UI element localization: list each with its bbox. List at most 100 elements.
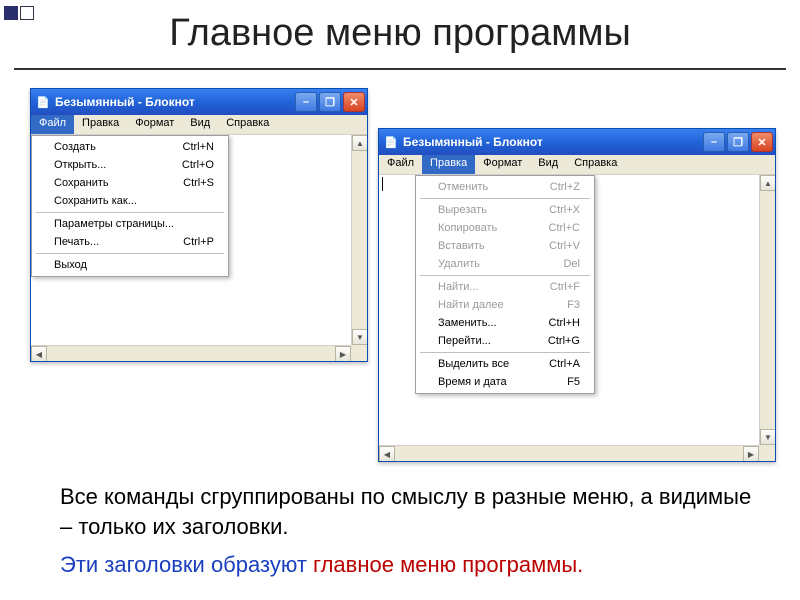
menu-item-shortcut: Ctrl+G — [548, 335, 580, 347]
menu-item[interactable]: СоздатьCtrl+N — [32, 138, 228, 156]
menu-item: Найти...Ctrl+F — [416, 278, 594, 296]
notepad-icon: 📄 — [383, 134, 399, 150]
menu-item-label: Параметры страницы... — [54, 218, 214, 230]
menu-item: ВырезатьCtrl+X — [416, 201, 594, 219]
menu-item-label: Сохранить — [54, 177, 183, 189]
menu-separator — [420, 275, 590, 276]
menu-item-shortcut: Del — [563, 258, 580, 270]
menu-item-файл[interactable]: Файл — [31, 115, 74, 134]
menu-item[interactable]: Перейти...Ctrl+G — [416, 332, 594, 350]
scroll-up-button[interactable]: ▲ — [352, 135, 367, 151]
scroll-up-button[interactable]: ▲ — [760, 175, 775, 191]
window-title: Безымянный - Блокнот — [403, 135, 543, 149]
menu-item-вид[interactable]: Вид — [182, 115, 218, 134]
scrollbar-vertical[interactable]: ▲ ▼ — [351, 135, 367, 345]
menu-item[interactable]: СохранитьCtrl+S — [32, 174, 228, 192]
menu-item-label: Найти... — [438, 281, 550, 293]
client-area[interactable]: ▲ ▼ ◀ ▶ ОтменитьCtrl+ZВырезатьCtrl+XКопи… — [379, 175, 775, 461]
menu-separator — [420, 198, 590, 199]
title-divider — [14, 68, 786, 70]
menu-item-справка[interactable]: Справка — [218, 115, 277, 134]
menu-item-label: Удалить — [438, 258, 563, 270]
menu-item-label: Открыть... — [54, 159, 182, 171]
menu-item-справка[interactable]: Справка — [566, 155, 625, 174]
minimize-button[interactable]: – — [295, 92, 317, 112]
menu-item-label: Вырезать — [438, 204, 549, 216]
menu-item-shortcut: Ctrl+F — [550, 281, 580, 293]
notepad-window-edit: 📄 Безымянный - Блокнот – ❐ ✕ ФайлПравкаФ… — [378, 128, 776, 462]
menu-item-shortcut: Ctrl+H — [549, 317, 580, 329]
menu-item-label: Выделить все — [438, 358, 549, 370]
menubar: ФайлПравкаФорматВидСправка — [379, 155, 775, 175]
menu-item[interactable]: Время и датаF5 — [416, 373, 594, 391]
menu-item: КопироватьCtrl+C — [416, 219, 594, 237]
scroll-down-button[interactable]: ▼ — [760, 429, 775, 445]
client-area[interactable]: ▲ ▼ ◀ ▶ СоздатьCtrl+NОткрыть...Ctrl+OСох… — [31, 135, 367, 361]
slide-title: Главное меню программы — [0, 12, 800, 55]
menu-item-label: Печать... — [54, 236, 183, 248]
menu-item-shortcut: Ctrl+Z — [550, 181, 580, 193]
paragraph-2-lead: Эти заголовки образуют — [60, 552, 313, 577]
maximize-button[interactable]: ❐ — [319, 92, 341, 112]
menu-item-label: Выход — [54, 259, 214, 271]
scroll-left-button[interactable]: ◀ — [379, 446, 395, 461]
menu-item[interactable]: Выделить всеCtrl+A — [416, 355, 594, 373]
menu-item-формат[interactable]: Формат — [475, 155, 530, 174]
menu-item-label: Перейти... — [438, 335, 548, 347]
scroll-right-button[interactable]: ▶ — [743, 446, 759, 461]
scroll-down-button[interactable]: ▼ — [352, 329, 367, 345]
menubar: ФайлПравкаФорматВидСправка — [31, 115, 367, 135]
menu-item: ВставитьCtrl+V — [416, 237, 594, 255]
menu-item[interactable]: Печать...Ctrl+P — [32, 233, 228, 251]
maximize-button[interactable]: ❐ — [727, 132, 749, 152]
menu-item-правка[interactable]: Правка — [422, 155, 475, 174]
menu-item-label: Создать — [54, 141, 183, 153]
window-title: Безымянный - Блокнот — [55, 95, 195, 109]
menu-item[interactable]: Сохранить как... — [32, 192, 228, 210]
menu-separator — [36, 212, 224, 213]
menu-item-label: Найти далее — [438, 299, 567, 311]
menu-item: Найти далееF3 — [416, 296, 594, 314]
scrollbar-horizontal[interactable]: ◀ ▶ — [31, 345, 351, 361]
scroll-right-button[interactable]: ▶ — [335, 346, 351, 361]
menu-item-shortcut: F5 — [567, 376, 580, 388]
menu-item[interactable]: Открыть...Ctrl+O — [32, 156, 228, 174]
menu-item: УдалитьDel — [416, 255, 594, 273]
close-button[interactable]: ✕ — [751, 132, 773, 152]
titlebar: 📄 Безымянный - Блокнот – ❐ ✕ — [379, 129, 775, 155]
notepad-icon: 📄 — [35, 94, 51, 110]
paragraph-2-emphasis: главное меню программы. — [313, 552, 583, 577]
menu-item-label: Вставить — [438, 240, 549, 252]
titlebar: 📄 Безымянный - Блокнот – ❐ ✕ — [31, 89, 367, 115]
minimize-button[interactable]: – — [703, 132, 725, 152]
menu-item-label: Время и дата — [438, 376, 567, 388]
menu-separator — [36, 253, 224, 254]
menu-separator — [420, 352, 590, 353]
scrollbar-corner — [351, 345, 367, 361]
menu-item[interactable]: Выход — [32, 256, 228, 274]
menu-item-shortcut: Ctrl+A — [549, 358, 580, 370]
scrollbar-corner — [759, 445, 775, 461]
menu-item-shortcut: Ctrl+N — [183, 141, 214, 153]
menu-item-правка[interactable]: Правка — [74, 115, 127, 134]
menu-item-shortcut: Ctrl+O — [182, 159, 214, 171]
menu-item[interactable]: Заменить...Ctrl+H — [416, 314, 594, 332]
menu-item-shortcut: Ctrl+C — [549, 222, 580, 234]
menu-item[interactable]: Параметры страницы... — [32, 215, 228, 233]
menu-item-shortcut: Ctrl+S — [183, 177, 214, 189]
menu-item-shortcut: F3 — [567, 299, 580, 311]
menu-item-label: Копировать — [438, 222, 549, 234]
close-button[interactable]: ✕ — [343, 92, 365, 112]
scrollbar-vertical[interactable]: ▲ ▼ — [759, 175, 775, 445]
menu-item-формат[interactable]: Формат — [127, 115, 182, 134]
scrollbar-horizontal[interactable]: ◀ ▶ — [379, 445, 759, 461]
menu-item-shortcut: Ctrl+V — [549, 240, 580, 252]
slide-paragraph-1: Все команды сгруппированы по смыслу в ра… — [60, 482, 760, 541]
menu-item-вид[interactable]: Вид — [530, 155, 566, 174]
text-cursor — [382, 177, 383, 191]
slide-paragraph-2: Эти заголовки образуют главное меню прог… — [60, 550, 760, 580]
scroll-left-button[interactable]: ◀ — [31, 346, 47, 361]
menu-item-файл[interactable]: Файл — [379, 155, 422, 174]
menu-item-label: Заменить... — [438, 317, 549, 329]
menu-item-shortcut: Ctrl+P — [183, 236, 214, 248]
